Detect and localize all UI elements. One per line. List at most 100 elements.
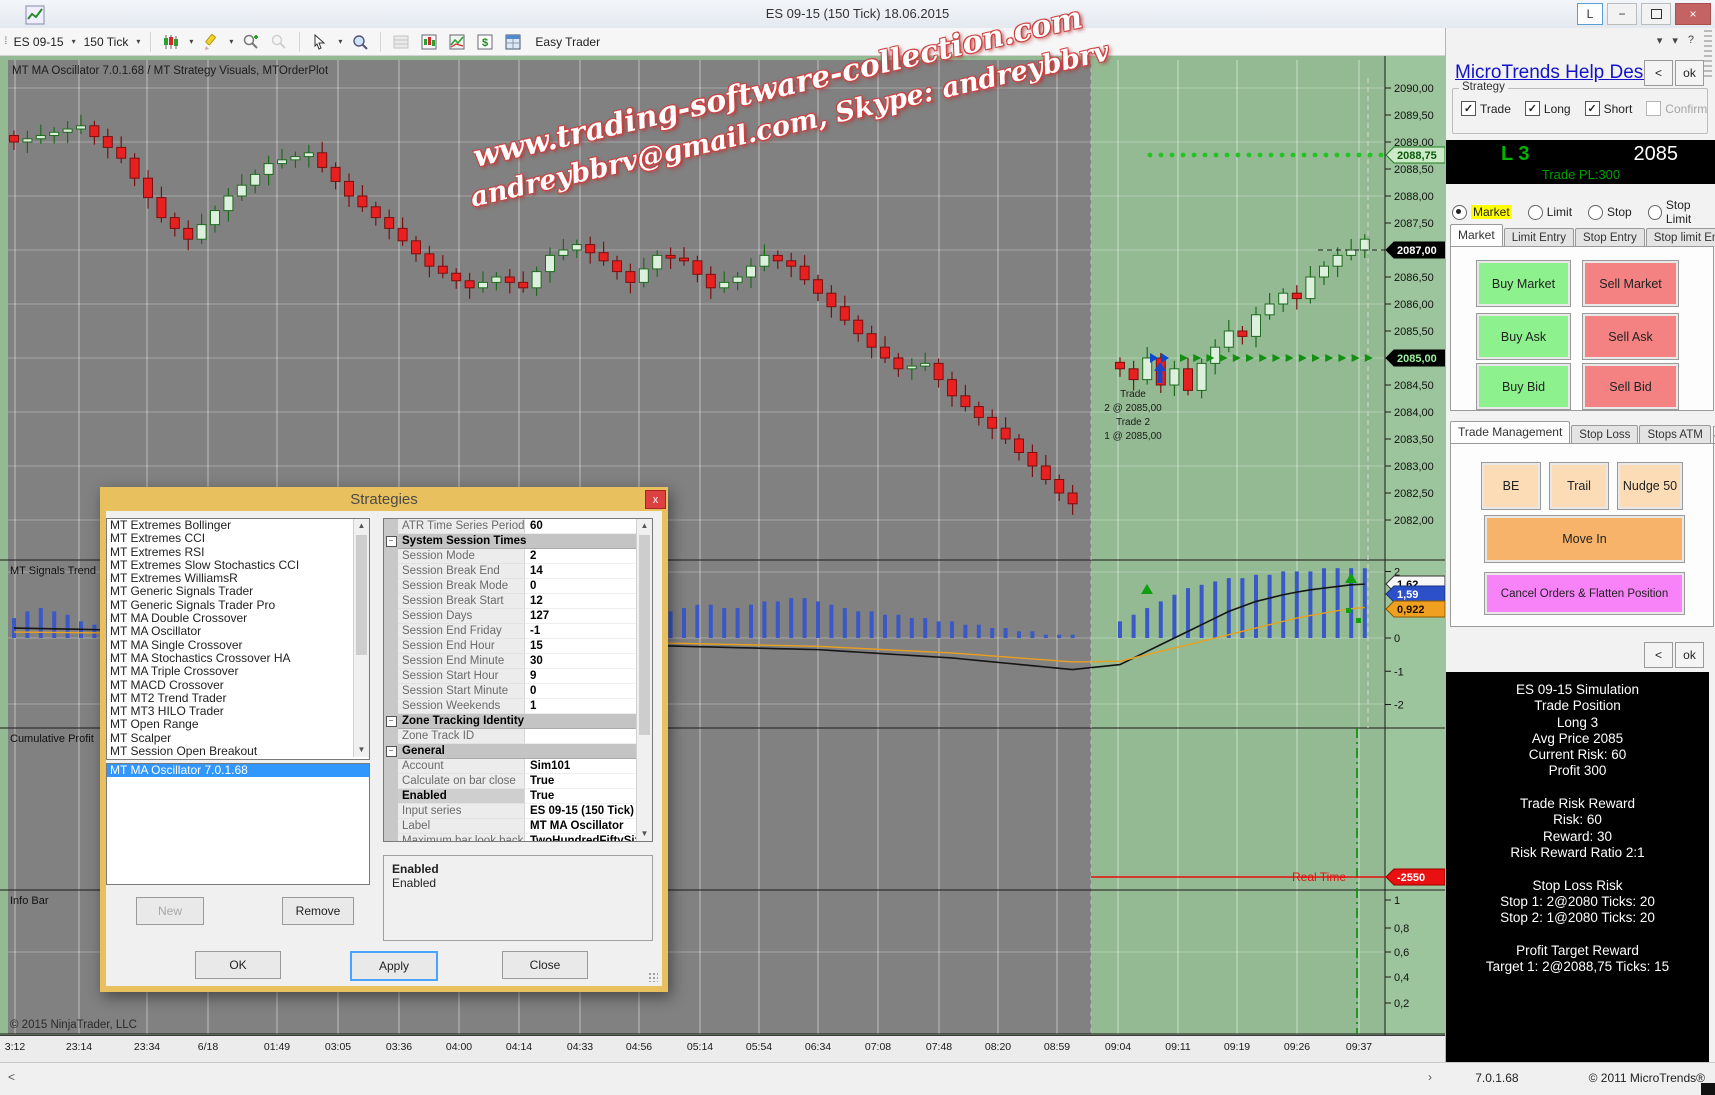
strategy-list-item[interactable]: MT Extremes CCI — [107, 532, 353, 545]
chevron-down-icon[interactable]: ▾ — [189, 37, 193, 46]
strategy-list-item[interactable]: MT Generic Signals Trader Pro — [107, 599, 353, 612]
strategy-list-item[interactable]: MT MA Triple Crossover — [107, 665, 353, 678]
apply-button[interactable]: Apply — [350, 951, 438, 981]
grid-property-row[interactable]: Maximum bar look backTwoHundredFiftySix — [384, 834, 652, 842]
property-value[interactable]: Sim101 — [525, 759, 652, 774]
tab-stop-entry[interactable]: Stop Entry — [1575, 228, 1645, 247]
market-analyzer-button[interactable] — [389, 30, 413, 54]
tab-market[interactable]: Market — [1450, 224, 1503, 247]
scroll-up-icon[interactable]: ▲ — [354, 519, 369, 533]
tab-stop-limit-entry[interactable]: Stop limit Entry — [1646, 228, 1715, 247]
strategy-list-item[interactable]: MT Extremes RSI — [107, 546, 353, 559]
property-value[interactable]: 60 — [525, 519, 652, 534]
strategy-list-item[interactable]: MT MACD Crossover — [107, 679, 353, 692]
grid-property-row[interactable]: EnabledTrue — [384, 789, 652, 804]
order-type-market[interactable]: Market — [1452, 205, 1512, 220]
grid-property-row[interactable]: Session Start Hour9 — [384, 669, 652, 684]
property-value[interactable]: 15 — [525, 639, 652, 654]
strategy-list-item[interactable]: MT Scalper — [107, 732, 353, 745]
strategy-list-item[interactable]: MT Session Open Breakout — [107, 745, 353, 758]
list-scrollbar[interactable]: ▲▼ — [353, 519, 369, 757]
property-grid[interactable]: ATR Time Series Period60−System Session … — [383, 518, 653, 842]
grid-property-row[interactable]: Session Start Minute0 — [384, 684, 652, 699]
property-value[interactable]: 9 — [525, 669, 652, 684]
scrollbar-thumb[interactable] — [639, 535, 650, 735]
scroll-left-icon[interactable]: < — [8, 1070, 15, 1084]
cancel-flatten-button[interactable]: Cancel Orders & Flatten Position — [1484, 572, 1685, 615]
strategies-button[interactable] — [501, 30, 525, 54]
chevron-down-icon[interactable]: ▾ — [1672, 34, 1678, 47]
dialog-close-icon[interactable]: x — [645, 490, 666, 509]
order-type-stop-limit[interactable]: Stop Limit — [1648, 198, 1715, 226]
tab-stop-loss[interactable]: Stop Loss — [1571, 425, 1638, 444]
property-value[interactable]: MT MA Oscillator — [525, 819, 652, 834]
collapse-icon[interactable]: − — [386, 746, 397, 757]
strategy-checkbox-short[interactable]: ✓Short — [1585, 101, 1633, 116]
chevron-down-icon[interactable]: ▾ — [136, 37, 140, 46]
scroll-up-icon[interactable]: ▲ — [637, 519, 652, 533]
strategy-checkbox-trade[interactable]: ✓Trade — [1461, 101, 1511, 116]
available-strategies-list[interactable]: MT Extremes BollingerMT Extremes CCIMT E… — [106, 518, 370, 760]
remove-button[interactable]: Remove — [282, 897, 354, 925]
chevron-down-icon[interactable]: ▾ — [72, 37, 76, 46]
data-inspector-button[interactable] — [348, 30, 372, 54]
indicators-button[interactable] — [445, 30, 469, 54]
buy-ask-button[interactable]: Buy Ask — [1476, 313, 1571, 360]
tab-stops-atm[interactable]: Stops ATM — [1639, 425, 1710, 444]
grid-property-row[interactable]: Calculate on bar closeTrue — [384, 774, 652, 789]
configured-strategies-list[interactable]: MT MA Oscillator 7.0.1.68 — [106, 763, 370, 885]
strategy-list-item[interactable]: MT MA Single Crossover — [107, 639, 353, 652]
strategy-checkbox-long[interactable]: ✓Long — [1525, 101, 1571, 116]
collapse-icon[interactable]: − — [386, 716, 397, 727]
maximize-button[interactable] — [1641, 3, 1671, 25]
property-value[interactable]: ES 09-15 (150 Tick) — [525, 804, 652, 819]
toolbar-grip[interactable]: ⁞⁞ — [4, 36, 6, 47]
sell-bid-button[interactable]: Sell Bid — [1582, 363, 1679, 410]
grid-property-row[interactable]: Session Weekends1 — [384, 699, 652, 714]
new-button[interactable]: New — [136, 897, 204, 925]
nudge-50-button[interactable]: Nudge 50 — [1617, 462, 1683, 510]
grid-property-row[interactable]: AccountSim101 — [384, 759, 652, 774]
tab-limit-entry[interactable]: Limit Entry — [1504, 228, 1574, 247]
cursor-button[interactable] — [308, 30, 332, 54]
chevron-down-icon[interactable]: ▾ — [229, 37, 233, 46]
chevron-down-icon[interactable]: ▾ — [338, 37, 342, 46]
configured-strategy-item[interactable]: MT MA Oscillator 7.0.1.68 — [107, 764, 369, 777]
sell-market-button[interactable]: Sell Market — [1582, 260, 1679, 307]
strategy-list-item[interactable]: MT MT2 Trend Trader — [107, 692, 353, 705]
strategy-list-item[interactable]: MT MA Oscillator — [107, 625, 353, 638]
property-value[interactable]: 0 — [525, 684, 652, 699]
be-button[interactable]: BE — [1481, 462, 1541, 510]
buy-market-button[interactable]: Buy Market — [1476, 260, 1571, 307]
grid-property-row[interactable]: Session Break Mode0 — [384, 579, 652, 594]
order-type-stop[interactable]: Stop — [1588, 205, 1632, 220]
instrument-selector[interactable]: ES 09-15 — [12, 33, 66, 51]
back-button[interactable]: < — [1644, 642, 1673, 668]
grid-property-row[interactable]: ATR Time Series Period60 — [384, 519, 652, 534]
minimize-button[interactable]: − — [1607, 3, 1637, 25]
close-button[interactable]: Close — [502, 951, 588, 979]
panel-grip[interactable] — [1704, 30, 1712, 80]
strategy-list-item[interactable]: MT Extremes Slow Stochastics CCI — [107, 559, 353, 572]
property-value[interactable]: 1 — [525, 699, 652, 714]
strategy-list-item[interactable]: MT Extremes WilliamsR — [107, 572, 353, 585]
property-value[interactable] — [525, 729, 652, 744]
grid-category-row[interactable]: −Zone Tracking Identity — [384, 714, 652, 729]
move-in-button[interactable]: Move In — [1484, 515, 1685, 563]
chart-window-button[interactable] — [417, 30, 441, 54]
tab-trade-management[interactable]: Trade Management — [1450, 421, 1570, 444]
sell-ask-button[interactable]: Sell Ask — [1582, 313, 1679, 360]
grid-property-row[interactable]: Session Days127 — [384, 609, 652, 624]
scrollbar-thumb[interactable] — [356, 535, 367, 655]
back-button[interactable]: < — [1644, 60, 1673, 86]
order-type-limit[interactable]: Limit — [1528, 205, 1572, 220]
property-value[interactable]: 0 — [525, 579, 652, 594]
grid-property-row[interactable]: Session End Friday-1 — [384, 624, 652, 639]
drawing-tools-button[interactable] — [199, 30, 223, 54]
scroll-right-icon[interactable]: › — [1428, 1070, 1432, 1084]
buy-bid-button[interactable]: Buy Bid — [1476, 363, 1571, 410]
property-value[interactable]: 2 — [525, 549, 652, 564]
link-button[interactable]: L — [1577, 3, 1603, 25]
grid-category-row[interactable]: −General — [384, 744, 652, 759]
grid-property-row[interactable]: Session Mode2 — [384, 549, 652, 564]
